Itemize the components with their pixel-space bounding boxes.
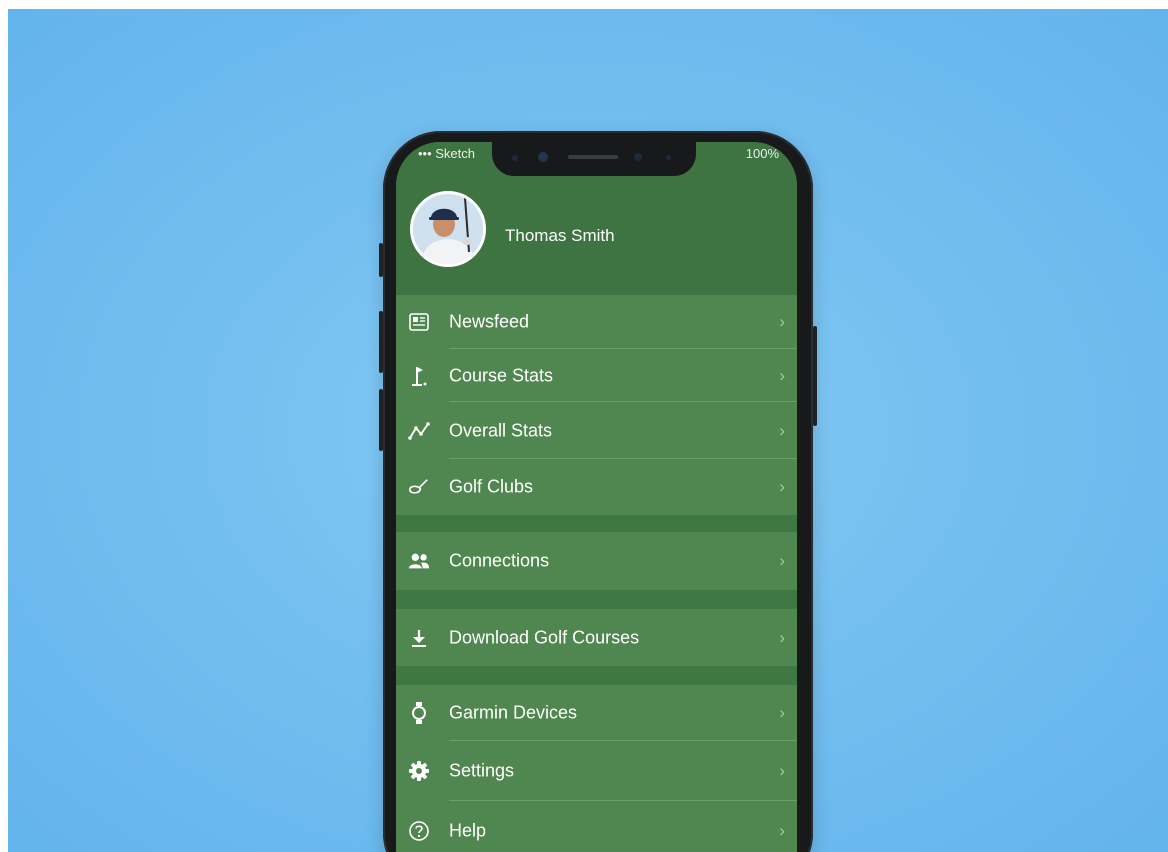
chevron-right-icon: › xyxy=(779,761,785,780)
help-icon xyxy=(408,820,430,842)
chevron-right-icon: › xyxy=(779,627,785,647)
watch-icon xyxy=(408,702,430,724)
carrier-label: ••• Sketch xyxy=(418,146,476,161)
chevron-right-icon: › xyxy=(779,477,785,496)
sensor-icon xyxy=(538,152,548,162)
newspaper-icon xyxy=(408,311,430,333)
menu-item-label: Help xyxy=(449,820,487,841)
user-name: Thomas Smith xyxy=(505,226,615,245)
menu-item-label: Settings xyxy=(449,760,515,781)
chevron-right-icon: › xyxy=(779,365,785,385)
volume-up-button xyxy=(379,311,383,373)
menu-item-golf-clubs[interactable]: Golf Clubs › xyxy=(396,459,797,515)
gear-icon xyxy=(408,760,430,782)
phone-frame: Thomas Smith ••• Sketch 100% Newsfeed › … xyxy=(379,131,817,852)
menu-item-connections[interactable]: Connections › xyxy=(396,532,797,590)
people-icon xyxy=(408,550,430,572)
chevron-right-icon: › xyxy=(779,551,785,570)
chevron-right-icon: › xyxy=(779,703,785,722)
menu-group-downloads: Download Golf Courses › xyxy=(396,609,797,666)
golf-club-icon xyxy=(408,476,430,498)
menu-item-label: Overall Stats xyxy=(449,420,553,440)
volume-down-button xyxy=(379,389,383,451)
download-icon xyxy=(408,627,430,649)
menu-item-label: Garmin Devices xyxy=(449,702,578,723)
speaker-grille xyxy=(568,155,618,159)
avatar[interactable] xyxy=(410,191,486,267)
menu-item-label: Newsfeed xyxy=(449,311,530,332)
menu-item-newsfeed[interactable]: Newsfeed › xyxy=(396,295,797,349)
ambient-sensor-icon xyxy=(666,155,671,160)
menu-group-main: Newsfeed › Course Stats › Overall Stats … xyxy=(396,295,797,515)
golf-flag-icon xyxy=(408,365,430,387)
menu-item-overall-stats[interactable]: Overall Stats › xyxy=(396,402,797,459)
notch xyxy=(492,142,696,176)
menu-item-download-golf-courses[interactable]: Download Golf Courses › xyxy=(396,609,797,666)
chevron-right-icon: › xyxy=(779,312,785,331)
proximity-sensor-icon xyxy=(634,153,642,161)
chevron-right-icon: › xyxy=(779,821,785,840)
menu-group-connections: Connections › xyxy=(396,532,797,590)
menu-item-label: Download Golf Courses xyxy=(449,627,640,647)
menu-item-label: Connections xyxy=(449,550,550,571)
battery-level: 100% xyxy=(745,146,779,161)
menu-item-course-stats[interactable]: Course Stats › xyxy=(396,349,797,402)
menu-item-garmin-devices[interactable]: Garmin Devices › xyxy=(396,685,797,741)
menu-item-label: Golf Clubs xyxy=(449,476,534,497)
menu-item-help[interactable]: Help › xyxy=(396,801,797,852)
front-camera-icon xyxy=(512,155,518,161)
silent-switch xyxy=(379,243,383,277)
line-chart-icon xyxy=(408,420,430,442)
chevron-right-icon: › xyxy=(779,420,785,440)
menu-item-settings[interactable]: Settings › xyxy=(396,741,797,801)
menu-group-devices: Garmin Devices › Settings › Help › xyxy=(396,685,797,852)
menu-item-label: Course Stats xyxy=(449,365,554,385)
app-screen: Thomas Smith ••• Sketch 100% Newsfeed › … xyxy=(396,142,797,852)
background: Thomas Smith ••• Sketch 100% Newsfeed › … xyxy=(8,9,1168,852)
power-button xyxy=(813,326,817,426)
